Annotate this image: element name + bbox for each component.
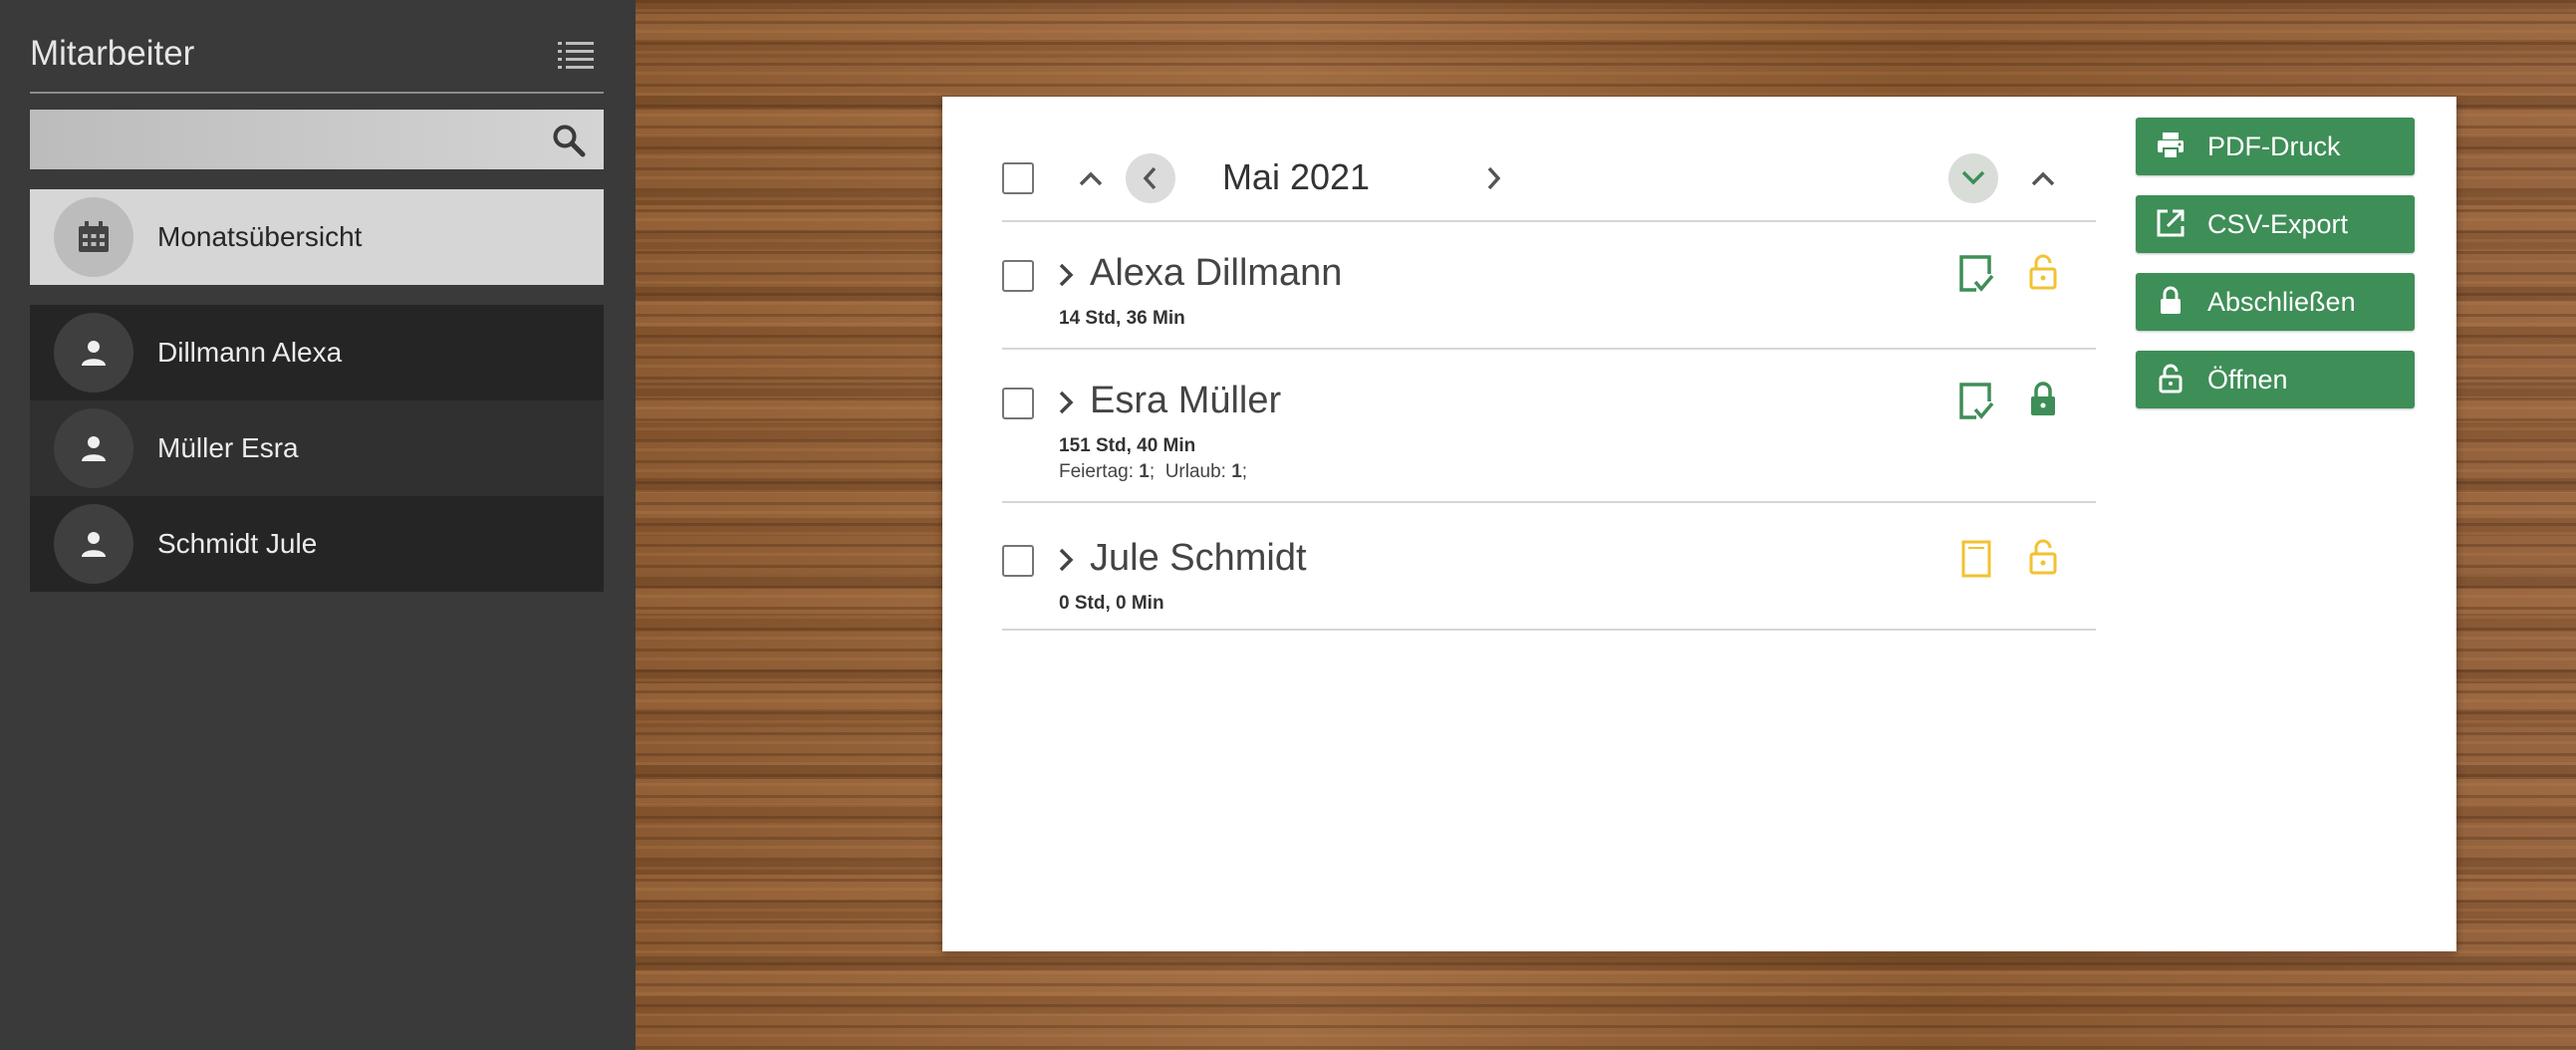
calendar-icon: [54, 197, 133, 277]
open-month-label: Öffnen: [2207, 365, 2288, 394]
hours-total: 14 Std, 36 Min: [1059, 308, 1185, 329]
sidebar: Mitarbeiter Monatsübersicht Dillmann Ale…: [0, 0, 636, 1050]
action-buttons: PDF-Druck CSV-Export Abschließen Öffnen: [2136, 118, 2415, 428]
chevron-left-icon: [1143, 166, 1157, 190]
month-overview-item[interactable]: Monatsübersicht: [30, 189, 604, 285]
absence-summary: Feiertag: 1; Urlaub: 1;: [1059, 461, 1248, 482]
chevron-right-icon[interactable]: [1054, 545, 1078, 575]
chevron-right-icon[interactable]: [1054, 260, 1078, 290]
employee-label: Müller Esra: [157, 432, 299, 463]
sidebar-header: Mitarbeiter: [30, 28, 604, 94]
export-icon: [2157, 209, 2185, 237]
csv-export-label: CSV-Export: [2207, 209, 2349, 239]
sidebar-title: Mitarbeiter: [30, 34, 195, 73]
month-toolbar: Mai 2021: [1002, 136, 2096, 222]
search-input[interactable]: [30, 110, 528, 169]
person-icon: [54, 408, 133, 488]
person-icon: [54, 313, 133, 393]
list-menu-icon[interactable]: [558, 40, 594, 70]
chevron-right-icon: [1487, 166, 1501, 190]
csv-export-button[interactable]: CSV-Export: [2136, 195, 2415, 253]
row-checkbox[interactable]: [1002, 260, 1034, 292]
pdf-print-label: PDF-Druck: [2207, 131, 2341, 161]
pdf-print-button[interactable]: PDF-Druck: [2136, 118, 2415, 175]
previous-month-button[interactable]: [1126, 153, 1175, 203]
printer-icon: [2158, 132, 2184, 159]
employee-name: Esra Müller: [1090, 380, 1282, 421]
employee-name: Jule Schmidt: [1090, 537, 1307, 579]
employee-row-jule-schmidt: Jule Schmidt 0 Std, 0 Min: [1002, 505, 2096, 631]
employee-label: Schmidt Jule: [157, 528, 318, 559]
person-icon: [54, 504, 133, 584]
chevron-up-icon: [2031, 171, 2055, 186]
vacation-label: Urlaub:: [1164, 461, 1226, 482]
holiday-count: 1: [1139, 461, 1150, 482]
holiday-label: Feiertag:: [1059, 461, 1134, 482]
close-month-label: Abschließen: [2207, 287, 2356, 317]
employee-item-mueller-esra[interactable]: Müller Esra: [30, 400, 604, 496]
document-open-icon[interactable]: [1958, 539, 1994, 579]
sort-descending-button[interactable]: [1948, 153, 1998, 203]
next-month-button[interactable]: [1468, 153, 1518, 203]
row-checkbox[interactable]: [1002, 388, 1034, 419]
employee-list: Dillmann Alexa Müller Esra Schmidt Jule: [30, 305, 604, 592]
chevron-up-icon: [1079, 171, 1103, 186]
employee-item-schmidt-jule[interactable]: Schmidt Jule: [30, 496, 604, 592]
select-all-checkbox[interactable]: [1002, 162, 1034, 194]
month-overview-label: Monatsübersicht: [157, 221, 363, 252]
sort-ascending-button[interactable]: [2018, 153, 2068, 203]
document-approved-icon[interactable]: [1958, 254, 1994, 294]
vacation-count: 1: [1231, 461, 1242, 482]
current-month-label: Mai 2021: [1221, 156, 1371, 197]
employee-item-dillmann-alexa[interactable]: Dillmann Alexa: [30, 305, 604, 400]
lock-open-icon[interactable]: [2028, 254, 2058, 290]
search-box: [30, 110, 604, 169]
row-checkbox[interactable]: [1002, 545, 1034, 577]
chevron-down-icon: [1961, 170, 1985, 185]
lock-open-icon: [2159, 364, 2183, 394]
chevron-right-icon[interactable]: [1054, 388, 1078, 417]
employee-name: Alexa Dillmann: [1090, 252, 1343, 294]
employee-row-alexa-dillmann: Alexa Dillmann 14 Std, 36 Min: [1002, 224, 2096, 350]
employee-row-esra-mueller: Esra Müller 151 Std, 40 Min Feiertag: 1;…: [1002, 352, 2096, 503]
lock-icon: [2161, 286, 2181, 314]
collapse-all-button[interactable]: [1066, 153, 1116, 203]
hours-total: 151 Std, 40 Min: [1059, 435, 1196, 456]
search-icon[interactable]: [552, 124, 586, 157]
employee-label: Dillmann Alexa: [157, 337, 343, 368]
close-month-button[interactable]: Abschließen: [2136, 273, 2415, 331]
lock-open-icon[interactable]: [2028, 539, 2058, 575]
lock-closed-icon[interactable]: [2028, 382, 2058, 417]
hours-total: 0 Std, 0 Min: [1059, 593, 1164, 614]
open-month-button[interactable]: Öffnen: [2136, 351, 2415, 408]
document-approved-icon[interactable]: [1958, 382, 1994, 421]
